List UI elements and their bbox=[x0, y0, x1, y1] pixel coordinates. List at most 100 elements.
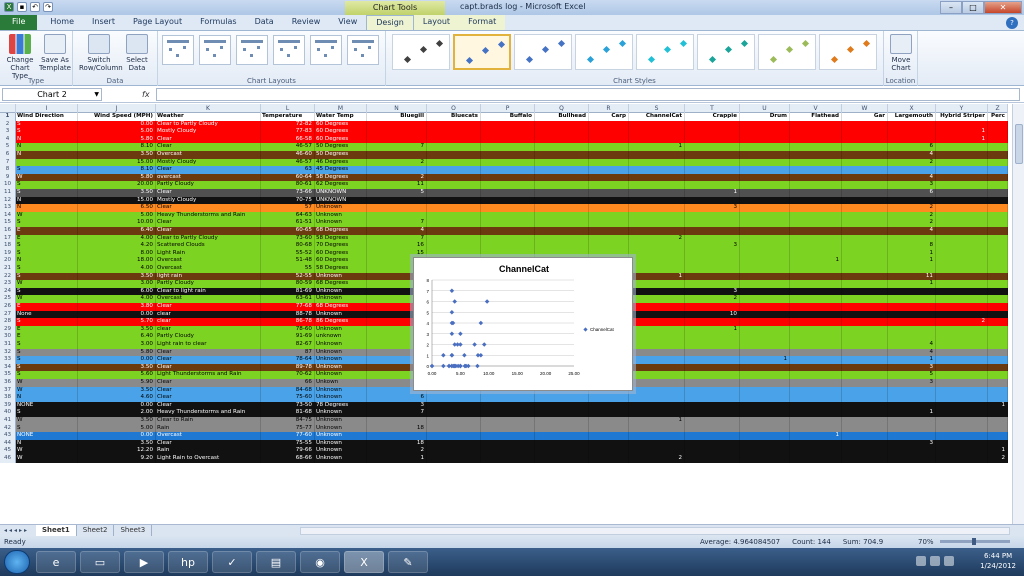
firefox-taskbar-icon[interactable]: ◉ bbox=[300, 551, 340, 573]
chart-style-option[interactable] bbox=[697, 34, 755, 70]
cell[interactable] bbox=[988, 242, 1008, 250]
cell[interactable] bbox=[936, 417, 988, 425]
cell[interactable]: 60-64 bbox=[261, 173, 315, 182]
row-header[interactable]: 16 bbox=[0, 227, 16, 235]
cell[interactable]: N bbox=[16, 204, 78, 212]
cell[interactable] bbox=[842, 432, 888, 440]
cell[interactable] bbox=[427, 439, 481, 448]
insert-function-icon[interactable]: fx bbox=[142, 90, 156, 99]
cell[interactable] bbox=[740, 211, 790, 220]
cell[interactable] bbox=[367, 211, 427, 220]
cell[interactable]: Rain bbox=[156, 447, 261, 455]
cell[interactable]: N bbox=[16, 394, 78, 402]
cell[interactable] bbox=[740, 401, 790, 410]
tab-formulas[interactable]: Formulas bbox=[191, 15, 246, 30]
cell[interactable] bbox=[481, 227, 535, 235]
cell[interactable] bbox=[481, 242, 535, 250]
cell[interactable] bbox=[629, 341, 685, 349]
cell[interactable] bbox=[888, 455, 936, 463]
row-header[interactable]: 20 bbox=[0, 257, 16, 265]
row-header[interactable]: 40 bbox=[0, 409, 16, 417]
cell[interactable] bbox=[535, 219, 589, 227]
cell[interactable]: Clear bbox=[156, 204, 261, 212]
cell[interactable] bbox=[427, 227, 481, 235]
cell[interactable] bbox=[685, 356, 740, 364]
cell[interactable] bbox=[988, 249, 1008, 258]
cell[interactable] bbox=[790, 341, 842, 349]
cell[interactable] bbox=[842, 151, 888, 159]
cell[interactable] bbox=[888, 401, 936, 410]
cell[interactable]: 82-67 bbox=[261, 341, 315, 349]
cell[interactable]: W bbox=[16, 173, 78, 182]
cell[interactable] bbox=[589, 151, 629, 159]
cell[interactable] bbox=[740, 379, 790, 387]
cell[interactable] bbox=[888, 265, 936, 273]
cell[interactable] bbox=[535, 227, 589, 235]
cell[interactable] bbox=[936, 325, 988, 334]
cell[interactable]: E bbox=[16, 333, 78, 341]
row-header[interactable]: 28 bbox=[0, 318, 16, 326]
cell[interactable]: 63-61 bbox=[261, 295, 315, 303]
media-taskbar-icon[interactable]: ▶ bbox=[124, 551, 164, 573]
cell[interactable] bbox=[685, 455, 740, 463]
cell[interactable] bbox=[988, 143, 1008, 151]
row-header[interactable]: 10 bbox=[0, 181, 16, 189]
cell[interactable]: 3.50 bbox=[78, 272, 156, 281]
cell[interactable] bbox=[481, 417, 535, 425]
cell[interactable] bbox=[888, 394, 936, 402]
cell[interactable]: 7 bbox=[367, 409, 427, 417]
cell[interactable]: 8.00 bbox=[78, 249, 156, 258]
cell[interactable] bbox=[629, 287, 685, 296]
cell[interactable] bbox=[589, 242, 629, 250]
cell[interactable] bbox=[589, 204, 629, 212]
column-header[interactable]: P bbox=[481, 104, 535, 113]
cell[interactable] bbox=[888, 135, 936, 144]
cell[interactable] bbox=[936, 234, 988, 243]
cell[interactable] bbox=[888, 424, 936, 433]
cell[interactable] bbox=[790, 439, 842, 448]
cell[interactable]: 0.00 bbox=[78, 432, 156, 440]
cell[interactable]: 2 bbox=[685, 295, 740, 303]
cell[interactable]: 64-63 bbox=[261, 211, 315, 220]
cell[interactable]: 68 Degrees bbox=[315, 280, 367, 288]
cell[interactable]: 3 bbox=[685, 242, 740, 250]
row-header[interactable]: 12 bbox=[0, 196, 16, 205]
cell[interactable] bbox=[589, 135, 629, 144]
taskbar-clock[interactable]: 6:44 PM 1/24/2012 bbox=[980, 551, 1016, 571]
cell[interactable] bbox=[535, 151, 589, 159]
cell[interactable]: 6 bbox=[367, 394, 427, 402]
cell[interactable] bbox=[790, 211, 842, 220]
cell[interactable] bbox=[842, 166, 888, 174]
cell[interactable] bbox=[427, 409, 481, 417]
chart-style-option[interactable] bbox=[575, 34, 633, 70]
cell[interactable]: Clear to Partly Cloudy bbox=[156, 120, 261, 129]
cell[interactable] bbox=[629, 295, 685, 303]
row-header[interactable]: 44 bbox=[0, 439, 16, 448]
cell[interactable] bbox=[16, 158, 78, 167]
cell[interactable] bbox=[685, 333, 740, 341]
cell[interactable]: 66 bbox=[261, 379, 315, 387]
cell[interactable] bbox=[685, 143, 740, 151]
cell[interactable]: 80-61 bbox=[261, 181, 315, 189]
cell[interactable] bbox=[842, 303, 888, 311]
cell[interactable] bbox=[988, 257, 1008, 265]
cell[interactable]: 0.00 bbox=[78, 310, 156, 319]
cell[interactable] bbox=[988, 128, 1008, 136]
cell[interactable]: 6 bbox=[888, 189, 936, 197]
cell[interactable]: S bbox=[16, 371, 78, 379]
cell[interactable] bbox=[535, 234, 589, 243]
cell[interactable] bbox=[535, 424, 589, 433]
cell[interactable] bbox=[629, 386, 685, 395]
cell[interactable] bbox=[427, 219, 481, 227]
cell[interactable]: clear bbox=[156, 325, 261, 334]
cell[interactable]: 7 bbox=[367, 219, 427, 227]
cell[interactable] bbox=[988, 310, 1008, 319]
cell[interactable]: 77-83 bbox=[261, 128, 315, 136]
cell[interactable] bbox=[685, 303, 740, 311]
cell[interactable] bbox=[842, 371, 888, 379]
row-header[interactable]: 46 bbox=[0, 455, 16, 463]
cell[interactable]: Clear to Partly Cloudy bbox=[156, 234, 261, 243]
cell[interactable] bbox=[481, 447, 535, 455]
cell[interactable] bbox=[481, 196, 535, 205]
cell[interactable]: 80-59 bbox=[261, 280, 315, 288]
